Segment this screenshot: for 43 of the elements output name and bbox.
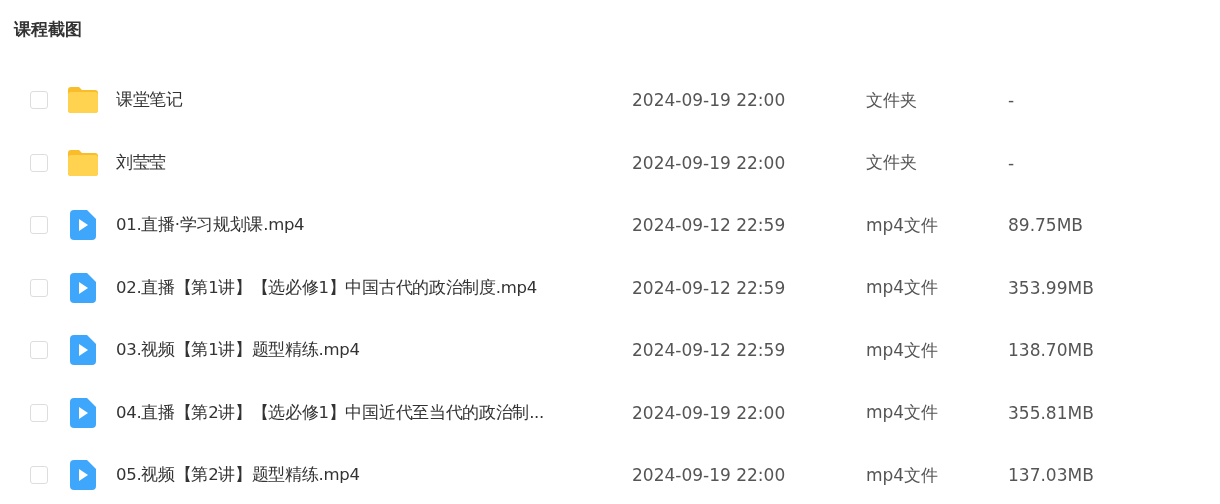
folder-icon (67, 148, 99, 177)
file-type: mp4文件 (866, 338, 940, 362)
file-size: 138.70MB (1008, 340, 1094, 361)
modified-date: 2024-09-19 22:00 (632, 90, 787, 111)
video-file-icon (70, 272, 96, 303)
file-size: 89.75MB (1008, 215, 1083, 236)
file-name[interactable]: 刘莹莹 (116, 151, 631, 174)
video-file-icon (70, 397, 96, 428)
checkbox[interactable] (30, 466, 48, 485)
modified-date: 2024-09-19 22:00 (632, 465, 787, 486)
file-type: mp4文件 (866, 213, 940, 237)
file-name[interactable]: 01.直播·学习规划课.mp4 (116, 214, 631, 237)
checkbox[interactable] (30, 341, 48, 360)
video-file-icon (70, 460, 96, 491)
file-name[interactable]: 02.直播【第1讲】【选必修1】中国古代的政治制度.mp4 (116, 276, 631, 299)
checkbox[interactable] (30, 403, 48, 422)
file-type: mp4文件 (866, 463, 940, 487)
modified-date: 2024-09-12 22:59 (632, 277, 787, 298)
video-file-icon (70, 335, 96, 366)
checkbox[interactable] (30, 153, 48, 172)
section-title: 课程截图 (12, 18, 83, 41)
file-name[interactable]: 05.视频【第2讲】题型精练.mp4 (116, 464, 631, 487)
file-size: - (1008, 90, 1015, 111)
file-type: 文件夹 (866, 88, 918, 112)
file-name[interactable]: 04.直播【第2讲】【选必修1】中国近代至当代的政治制... (116, 401, 631, 424)
file-type: mp4文件 (866, 276, 940, 300)
folder-icon (67, 86, 99, 115)
file-size: 353.99MB (1008, 277, 1094, 298)
modified-date: 2024-09-19 22:00 (632, 402, 787, 423)
file-name[interactable]: 课堂笔记 (116, 89, 631, 112)
file-type: 文件夹 (866, 151, 918, 175)
file-size: 355.81MB (1008, 402, 1094, 423)
checkbox[interactable] (30, 216, 48, 235)
modified-date: 2024-09-12 22:59 (632, 340, 787, 361)
file-size: 137.03MB (1008, 465, 1094, 486)
file-size: - (1008, 152, 1015, 173)
modified-date: 2024-09-12 22:59 (632, 215, 787, 236)
modified-date: 2024-09-19 22:00 (632, 152, 787, 173)
file-type: mp4文件 (866, 401, 940, 425)
video-file-icon (70, 210, 96, 241)
checkbox[interactable] (30, 278, 48, 297)
file-name[interactable]: 03.视频【第1讲】题型精练.mp4 (116, 339, 631, 362)
checkbox[interactable] (30, 91, 48, 110)
